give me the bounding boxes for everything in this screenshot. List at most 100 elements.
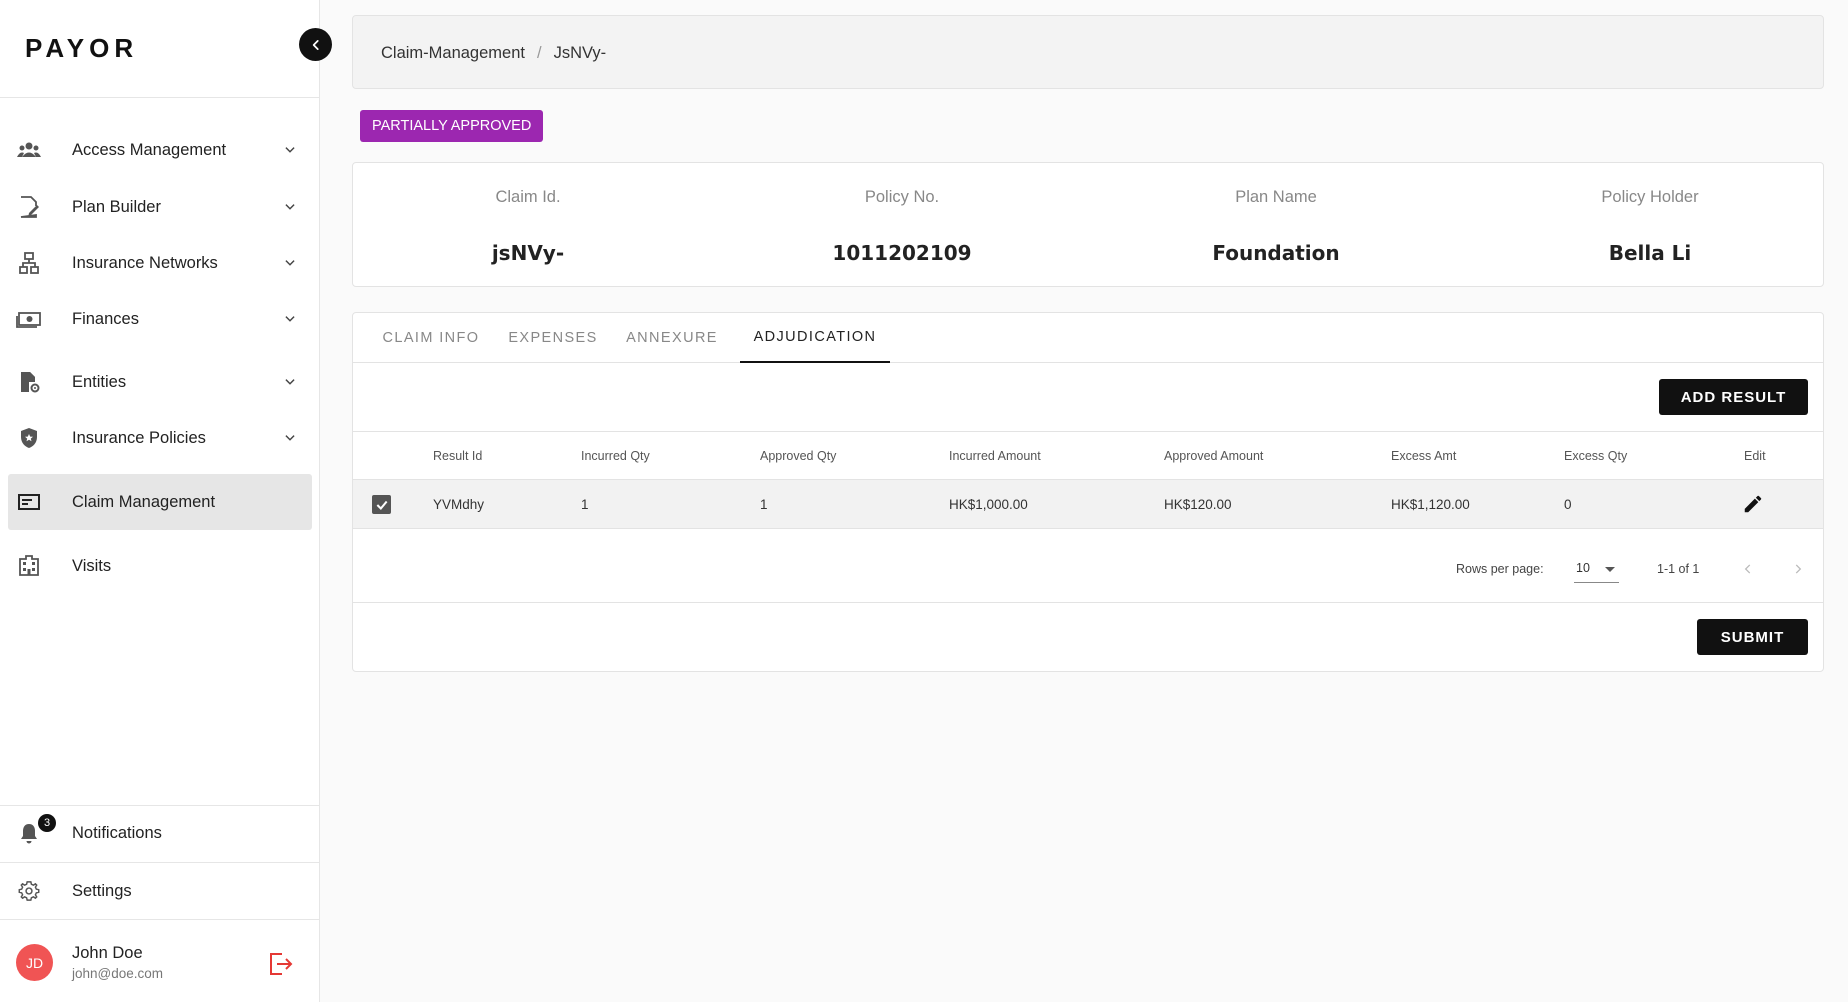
users-icon bbox=[16, 137, 42, 163]
sidebar-item-settings[interactable]: Settings bbox=[8, 863, 312, 919]
sidebar-item-label: Claim Management bbox=[72, 492, 216, 511]
info-policy-no: Policy No. 1011202109 bbox=[752, 163, 1052, 288]
table-pagination: Rows per page: 10 1-1 of 1 bbox=[353, 529, 1823, 601]
status-badge: PARTIALLY APPROVED bbox=[360, 110, 544, 142]
tab-claim-info[interactable]: CLAIM INFO bbox=[369, 313, 493, 363]
user-profile: JD John Doe john@doe.com bbox=[0, 920, 320, 1002]
sidebar-item-label: Insurance Policies bbox=[72, 428, 206, 447]
logo-divider bbox=[0, 97, 320, 98]
column-header-excess-amt[interactable]: Excess Amt bbox=[1391, 449, 1456, 463]
column-header-result-id[interactable]: Result Id bbox=[433, 449, 482, 463]
info-label: Plan Name bbox=[1235, 188, 1317, 206]
sidebar-item-label: Entities bbox=[72, 372, 127, 391]
chevron-down-icon bbox=[280, 428, 300, 448]
chevron-left-icon bbox=[312, 39, 319, 50]
sidebar-item-label: Finances bbox=[72, 309, 139, 328]
column-header-edit: Edit bbox=[1744, 449, 1766, 463]
table-row[interactable]: YVMdhy 1 1 HK$1,000.00 HK$120.00 HK$1,12… bbox=[353, 480, 1823, 529]
user-name: John Doe bbox=[72, 944, 143, 962]
submit-button[interactable]: SUBMIT bbox=[1697, 619, 1808, 655]
tab-annexure[interactable]: ANNEXURE bbox=[613, 313, 731, 363]
cell-excess-amt: HK$1,120.00 bbox=[1391, 497, 1470, 512]
sidebar-item-visits[interactable]: Visits bbox=[8, 538, 312, 594]
cell-approved-qty: 1 bbox=[760, 497, 768, 512]
network-icon bbox=[16, 250, 42, 276]
rows-per-page-label: Rows per page: bbox=[1456, 562, 1544, 576]
previous-page-button[interactable] bbox=[1736, 557, 1760, 581]
info-value: 1011202109 bbox=[832, 241, 972, 265]
notification-count-badge: 3 bbox=[38, 814, 56, 832]
tab-expenses[interactable]: EXPENSES bbox=[493, 313, 613, 363]
shield-icon bbox=[16, 425, 42, 451]
sidebar-item-label: Settings bbox=[72, 881, 132, 900]
sidebar: PAYOR Access Management Plan Builder Ins… bbox=[0, 0, 332, 1002]
claim-summary-card: Claim Id. jsNVy- Policy No. 1011202109 P… bbox=[352, 162, 1824, 287]
chevron-down-icon bbox=[280, 140, 300, 160]
chevron-down-icon bbox=[280, 197, 300, 217]
table-header: Result Id Incurred Qty Approved Qty Incu… bbox=[353, 431, 1823, 480]
info-label: Policy Holder bbox=[1601, 188, 1699, 206]
chevron-right-icon bbox=[1795, 564, 1802, 574]
sidebar-item-claim-management[interactable]: Claim Management bbox=[8, 474, 312, 530]
chevron-down-icon bbox=[280, 372, 300, 392]
breadcrumb-bar: Claim-Management / JsNVy- bbox=[352, 15, 1824, 89]
info-policy-holder: Policy Holder Bella Li bbox=[1500, 163, 1800, 288]
info-claim-id: Claim Id. jsNVy- bbox=[378, 163, 678, 288]
chevron-left-icon bbox=[1744, 564, 1751, 574]
chevron-down-icon bbox=[280, 309, 300, 329]
collapse-sidebar-button[interactable] bbox=[299, 28, 332, 61]
card-icon bbox=[16, 489, 42, 515]
caret-down-icon bbox=[1605, 567, 1615, 572]
cell-incurred-qty: 1 bbox=[581, 497, 589, 512]
tab-bar: CLAIM INFO EXPENSES ANNEXURE ADJUDICATIO… bbox=[353, 313, 1823, 363]
column-header-incurred-amount[interactable]: Incurred Amount bbox=[949, 449, 1041, 463]
avatar: JD bbox=[16, 944, 53, 981]
money-icon bbox=[16, 306, 42, 332]
add-result-button[interactable]: ADD RESULT bbox=[1659, 379, 1808, 415]
info-label: Policy No. bbox=[864, 188, 940, 206]
page-range: 1-1 of 1 bbox=[1657, 562, 1700, 576]
gear-icon bbox=[16, 878, 42, 904]
column-header-excess-qty[interactable]: Excess Qty bbox=[1564, 449, 1627, 463]
checkmark-icon bbox=[376, 500, 387, 510]
sidebar-item-insurance-networks[interactable]: Insurance Networks bbox=[8, 235, 312, 291]
info-label: Claim Id. bbox=[495, 188, 561, 206]
document-gear-icon bbox=[16, 369, 42, 395]
edit-icon[interactable] bbox=[1742, 493, 1764, 515]
next-page-button[interactable] bbox=[1786, 557, 1810, 581]
column-header-incurred-qty[interactable]: Incurred Qty bbox=[581, 449, 650, 463]
sidebar-item-label: Insurance Networks bbox=[72, 253, 218, 272]
sidebar-item-entities[interactable]: Entities bbox=[8, 354, 312, 410]
building-icon bbox=[16, 553, 42, 579]
sidebar-item-insurance-policies[interactable]: Insurance Policies bbox=[8, 410, 312, 466]
sidebar-item-finances[interactable]: Finances bbox=[8, 291, 312, 347]
document-edit-icon bbox=[16, 194, 42, 220]
rows-per-page-select[interactable]: 10 bbox=[1574, 557, 1619, 583]
cell-result-id: YVMdhy bbox=[433, 497, 485, 512]
sidebar-item-plan-builder[interactable]: Plan Builder bbox=[8, 179, 312, 235]
breadcrumb-separator: / bbox=[536, 44, 542, 62]
sidebar-item-access-management[interactable]: Access Management bbox=[8, 122, 312, 178]
sidebar-item-label: Visits bbox=[72, 556, 112, 575]
column-header-approved-amount[interactable]: Approved Amount bbox=[1164, 449, 1263, 463]
logout-icon[interactable] bbox=[268, 951, 294, 977]
sidebar-item-label: Access Management bbox=[72, 140, 227, 159]
sidebar-item-label: Plan Builder bbox=[72, 197, 161, 216]
claim-details-card: CLAIM INFO EXPENSES ANNEXURE ADJUDICATIO… bbox=[352, 312, 1824, 672]
rows-per-page-value: 10 bbox=[1576, 561, 1590, 575]
sidebar-item-notifications[interactable]: 3 Notifications bbox=[8, 805, 312, 861]
footer-divider bbox=[353, 602, 1823, 603]
bell-icon: 3 bbox=[16, 814, 56, 846]
column-header-approved-qty[interactable]: Approved Qty bbox=[760, 449, 836, 463]
info-plan-name: Plan Name Foundation bbox=[1126, 163, 1426, 288]
info-value: jsNVy- bbox=[491, 241, 565, 265]
cell-excess-qty: 0 bbox=[1564, 497, 1572, 512]
tab-adjudication[interactable]: ADJUDICATION bbox=[740, 313, 890, 363]
breadcrumb: Claim-Management / JsNVy- bbox=[381, 44, 606, 63]
cell-approved-amount: HK$120.00 bbox=[1164, 497, 1232, 512]
breadcrumb-link-claim-management[interactable]: Claim-Management bbox=[381, 44, 525, 63]
row-checkbox[interactable] bbox=[372, 495, 391, 514]
user-email: john@doe.com bbox=[72, 966, 164, 981]
info-value: Bella Li bbox=[1608, 241, 1692, 265]
breadcrumb-current: JsNVy- bbox=[553, 44, 607, 62]
